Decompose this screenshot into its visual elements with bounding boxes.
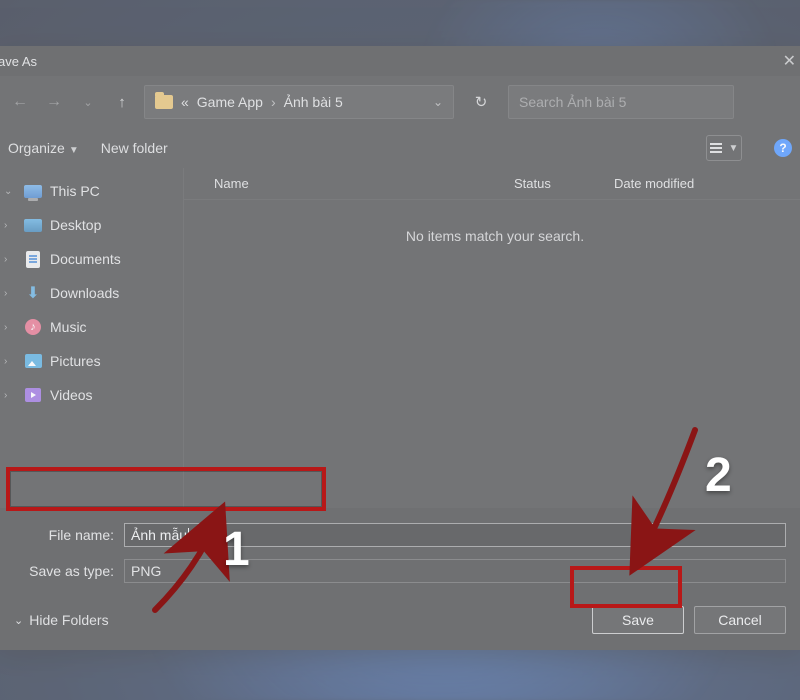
sidebar-item-this-pc[interactable]: ⌄ This PC	[0, 174, 183, 208]
expand-chevron-icon[interactable]: ›	[4, 288, 16, 299]
column-name[interactable]: Name	[214, 176, 514, 191]
dialog-body: ⌄ This PC › Desktop › Documents › ⬇ Down…	[0, 168, 800, 508]
save-as-dialog: ave As ✕ ← → ⌄ ↑ « Game App › Ảnh bài 5 …	[0, 46, 800, 650]
chevron-down-icon: ▼	[69, 145, 79, 156]
nav-back-button[interactable]: ←	[8, 86, 32, 118]
nav-forward-button[interactable]: →	[42, 86, 66, 118]
breadcrumb-seg-2[interactable]: Ảnh bài 5	[284, 94, 343, 110]
cancel-button[interactable]: Cancel	[694, 606, 786, 634]
sidebar-item-videos[interactable]: › Videos	[0, 378, 183, 412]
sidebar-label: Downloads	[50, 285, 119, 301]
sidebar-label: Documents	[50, 251, 121, 267]
filename-input[interactable]: Ảnh mẫu	[124, 523, 786, 547]
new-folder-button[interactable]: New folder	[101, 140, 168, 156]
collapse-chevron-icon[interactable]: ⌄	[4, 186, 16, 197]
expand-chevron-icon[interactable]: ›	[4, 356, 16, 367]
sidebar-label: Desktop	[50, 217, 101, 233]
hide-folders-label: Hide Folders	[29, 612, 108, 628]
search-input[interactable]: Search Ảnh bài 5	[508, 85, 734, 119]
expand-chevron-icon[interactable]: ›	[4, 390, 16, 401]
sidebar-item-desktop[interactable]: › Desktop	[0, 208, 183, 242]
sidebar-label: Music	[50, 319, 87, 335]
breadcrumb-seg-1[interactable]: Game App	[197, 94, 263, 110]
chevron-down-icon: ▼	[729, 143, 739, 154]
text-caret	[188, 528, 189, 543]
chevron-down-icon[interactable]: ⌄	[433, 95, 443, 109]
column-status[interactable]: Status	[514, 176, 614, 191]
organize-label: Organize	[8, 140, 65, 156]
empty-listing-message: No items match your search.	[184, 200, 800, 272]
sidebar-label: This PC	[50, 183, 100, 199]
save-button[interactable]: Save	[592, 606, 684, 634]
search-placeholder: Search Ảnh bài 5	[519, 94, 626, 110]
download-icon: ⬇	[24, 284, 42, 302]
file-listing: Name Status Date modified No items match…	[184, 168, 800, 508]
dialog-title: ave As	[0, 54, 37, 69]
view-mode-button[interactable]: ▼	[706, 135, 742, 161]
sidebar-label: Pictures	[50, 353, 101, 369]
sidebar-item-music[interactable]: › ♪ Music	[0, 310, 183, 344]
titlebar: ave As ✕	[0, 46, 800, 76]
help-icon[interactable]: ?	[774, 139, 792, 157]
sidebar-label: Videos	[50, 387, 93, 403]
chevron-down-icon: ⌄	[14, 614, 23, 627]
type-value: PNG	[131, 563, 161, 579]
sidebar-item-documents[interactable]: › Documents	[0, 242, 183, 276]
nav-recent-chevron-icon[interactable]: ⌄	[76, 86, 100, 118]
organize-menu[interactable]: Organize ▼	[8, 140, 79, 156]
expand-chevron-icon[interactable]: ›	[4, 220, 16, 231]
address-bar: ← → ⌄ ↑ « Game App › Ảnh bài 5 ⌄ ↻ Searc…	[0, 76, 800, 128]
sidebar-item-downloads[interactable]: › ⬇ Downloads	[0, 276, 183, 310]
chevron-right-icon: ›	[271, 94, 276, 110]
filename-label: File name:	[14, 527, 124, 543]
nav-up-button[interactable]: ↑	[110, 86, 134, 118]
toolbar: Organize ▼ New folder ▼ ?	[0, 128, 800, 168]
type-label: Save as type:	[14, 563, 124, 579]
music-icon: ♪	[25, 319, 41, 335]
sidebar-item-pictures[interactable]: › Pictures	[0, 344, 183, 378]
close-icon[interactable]: ✕	[783, 51, 796, 71]
save-as-type-select[interactable]: PNG	[124, 559, 786, 583]
filename-value: Ảnh mẫu	[131, 527, 187, 543]
video-icon	[25, 388, 41, 402]
column-date[interactable]: Date modified	[614, 176, 800, 191]
expand-chevron-icon[interactable]: ›	[4, 254, 16, 265]
breadcrumb-prefix: «	[181, 94, 189, 110]
expand-chevron-icon[interactable]: ›	[4, 322, 16, 333]
desktop-icon	[24, 219, 42, 232]
document-icon	[26, 251, 40, 268]
list-icon	[710, 143, 722, 153]
sidebar: ⌄ This PC › Desktop › Documents › ⬇ Down…	[0, 168, 184, 508]
refresh-button[interactable]: ↻	[464, 85, 498, 119]
column-headers: Name Status Date modified	[184, 168, 800, 200]
breadcrumb[interactable]: « Game App › Ảnh bài 5 ⌄	[144, 85, 454, 119]
dialog-footer: File name: Ảnh mẫu Save as type: PNG ⌄ H…	[0, 508, 800, 650]
hide-folders-toggle[interactable]: ⌄ Hide Folders	[14, 612, 109, 628]
folder-icon	[155, 95, 173, 109]
pictures-icon	[25, 354, 42, 368]
pc-icon	[24, 185, 42, 198]
